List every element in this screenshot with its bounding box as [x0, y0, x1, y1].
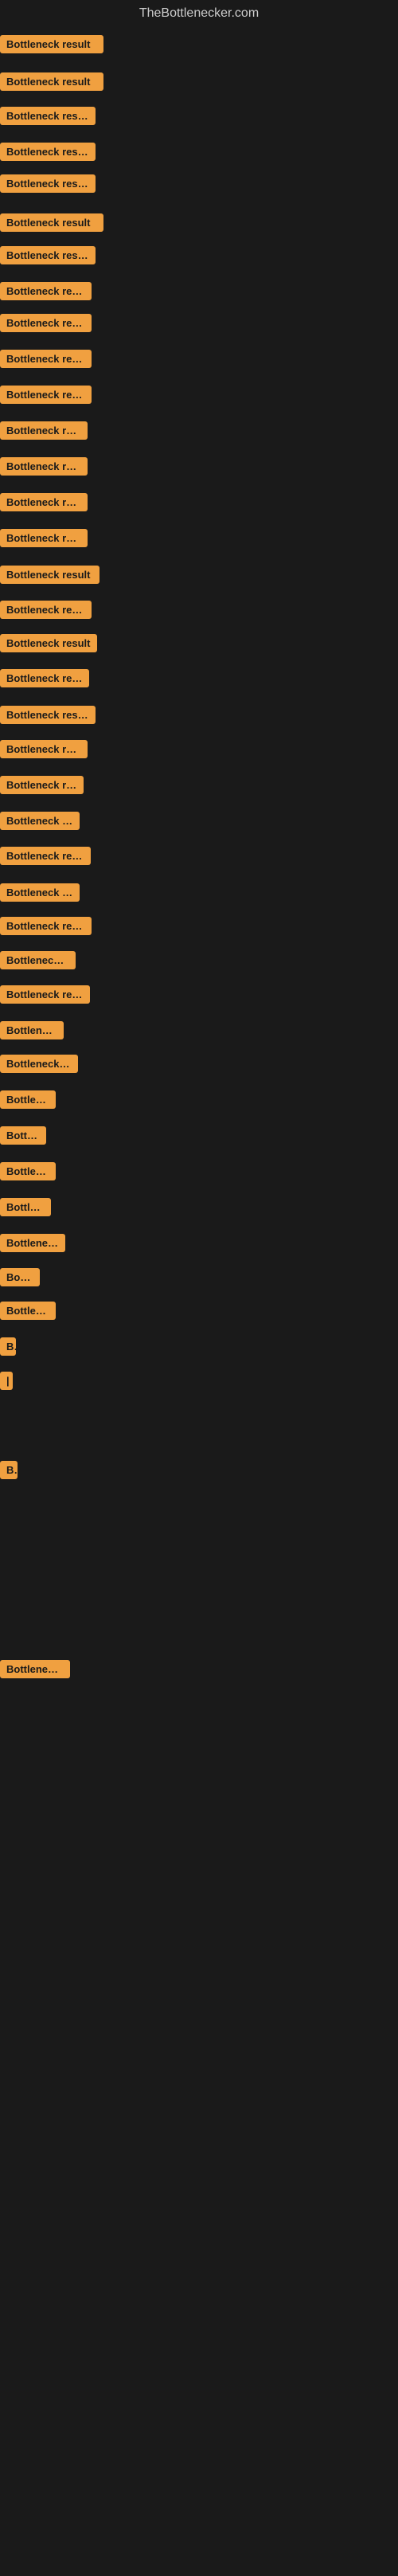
- site-title: TheBottlenecker.com: [0, 0, 398, 27]
- bottleneck-result-badge: Bottleneck result: [0, 706, 96, 724]
- list-item[interactable]: B: [0, 1337, 16, 1360]
- list-item[interactable]: Bottleneck res: [0, 951, 76, 973]
- list-item[interactable]: Bottleneck result: [0, 174, 96, 197]
- bottleneck-result-badge: B: [0, 1337, 16, 1356]
- bottleneck-result-badge: Bottleneck result: [0, 143, 96, 161]
- list-item[interactable]: Bottleneck result: [0, 493, 88, 515]
- list-item[interactable]: Bottlenec: [0, 1090, 56, 1113]
- list-item[interactable]: Bottleneck result: [0, 457, 88, 480]
- bottleneck-result-badge: Bottle: [0, 1268, 40, 1286]
- bottleneck-result-badge: Bottlen: [0, 1126, 46, 1145]
- list-item[interactable]: Bottleneck result: [0, 421, 88, 444]
- bottleneck-result-badge: Bottleneck result: [0, 776, 84, 794]
- list-item[interactable]: |: [0, 1372, 13, 1394]
- bottleneck-result-badge: Bottleneck res: [0, 951, 76, 969]
- list-item[interactable]: Bottleneck result: [0, 529, 88, 551]
- bottleneck-result-badge: Bottleneck result: [0, 350, 92, 368]
- bottleneck-result-badge: Bottleneck r: [0, 1021, 64, 1039]
- list-item[interactable]: Bottleneck resu: [0, 1055, 78, 1077]
- bottleneck-result-badge: Bottleneck result: [0, 493, 88, 511]
- bottleneck-result-badge: Bottleneck result: [0, 174, 96, 193]
- list-item[interactable]: Bottleneck result: [0, 107, 96, 129]
- list-item[interactable]: Bo: [0, 1461, 18, 1483]
- list-item[interactable]: Bottlenec: [0, 1302, 56, 1324]
- bottleneck-result-badge: Bottleneck result: [0, 883, 80, 902]
- bottleneck-result-badge: Bottleneck result: [0, 314, 92, 332]
- list-item[interactable]: Bottle: [0, 1268, 40, 1290]
- list-item[interactable]: Bottleneck result: [0, 246, 96, 268]
- list-item[interactable]: Bottleneck result: [0, 143, 96, 165]
- bottleneck-result-badge: Bottleneck result: [0, 282, 92, 300]
- list-item[interactable]: Bottleneck result: [0, 566, 100, 588]
- list-item[interactable]: Bottleneck result: [0, 213, 103, 236]
- bottleneck-result-badge: Bottleneck result: [0, 529, 88, 547]
- list-item[interactable]: Bottlen: [0, 1126, 46, 1149]
- bottleneck-result-badge: Bottleneck result: [0, 917, 92, 935]
- bottleneck-result-badge: Bottleneck result: [0, 847, 91, 865]
- bottleneck-result-badge: Bottleneck result: [0, 457, 88, 476]
- bottleneck-result-badge: Bottlene: [0, 1198, 51, 1216]
- list-item[interactable]: Bottleneck r: [0, 1234, 65, 1256]
- list-item[interactable]: Bottleneck result: [0, 706, 96, 728]
- list-item[interactable]: Bottleneck result: [0, 386, 92, 408]
- bottleneck-result-badge: Bottleneck re: [0, 1660, 70, 1678]
- list-item[interactable]: Bottleneck result: [0, 776, 84, 798]
- bottleneck-result-badge: Bottleneck result: [0, 985, 90, 1004]
- bottleneck-result-badge: |: [0, 1372, 13, 1390]
- bottleneck-result-badge: Bottleneck result: [0, 246, 96, 264]
- list-item[interactable]: Bottleneck result: [0, 847, 91, 869]
- list-item[interactable]: Bottleneck result: [0, 883, 80, 906]
- bottleneck-result-badge: Bottleneck result: [0, 72, 103, 91]
- list-item[interactable]: Bottlene: [0, 1198, 51, 1220]
- list-item[interactable]: Bottleneck result: [0, 35, 103, 57]
- list-item[interactable]: Bottleneck result: [0, 985, 90, 1008]
- list-item[interactable]: Bottleneck r: [0, 1021, 64, 1043]
- list-item[interactable]: Bottleneck result: [0, 634, 97, 656]
- list-item[interactable]: Bottleneck result: [0, 917, 92, 939]
- bottleneck-result-badge: Bottleneck result: [0, 107, 96, 125]
- bottleneck-result-badge: Bottlenec: [0, 1162, 56, 1180]
- bottleneck-result-badge: Bottleneck resu: [0, 1055, 78, 1073]
- bottleneck-result-badge: Bottleneck r: [0, 1234, 65, 1252]
- bottleneck-result-badge: Bottleneck result: [0, 812, 80, 830]
- bottleneck-result-badge: Bottleneck result: [0, 566, 100, 584]
- bottleneck-result-badge: Bo: [0, 1461, 18, 1479]
- list-item[interactable]: Bottleneck result: [0, 740, 88, 762]
- bottleneck-result-badge: Bottlenec: [0, 1302, 56, 1320]
- list-item[interactable]: Bottleneck re: [0, 1660, 70, 1682]
- list-item[interactable]: Bottleneck result: [0, 669, 89, 691]
- list-item[interactable]: Bottleneck result: [0, 812, 80, 834]
- bottleneck-result-badge: Bottleneck result: [0, 421, 88, 440]
- bottleneck-result-badge: Bottleneck result: [0, 634, 97, 652]
- list-item[interactable]: Bottleneck result: [0, 314, 92, 336]
- bottleneck-result-badge: Bottleneck result: [0, 386, 92, 404]
- bottleneck-result-badge: Bottleneck result: [0, 35, 103, 53]
- bottleneck-result-badge: Bottleneck result: [0, 740, 88, 758]
- bottleneck-result-badge: Bottlenec: [0, 1090, 56, 1109]
- list-item[interactable]: Bottlenec: [0, 1162, 56, 1184]
- list-item[interactable]: Bottleneck result: [0, 350, 92, 372]
- bottleneck-result-badge: Bottleneck result: [0, 213, 103, 232]
- bottleneck-result-badge: Bottleneck result: [0, 669, 89, 687]
- list-item[interactable]: Bottleneck result: [0, 601, 92, 623]
- list-item[interactable]: Bottleneck result: [0, 72, 103, 95]
- list-item[interactable]: Bottleneck result: [0, 282, 92, 304]
- bottleneck-result-badge: Bottleneck result: [0, 601, 92, 619]
